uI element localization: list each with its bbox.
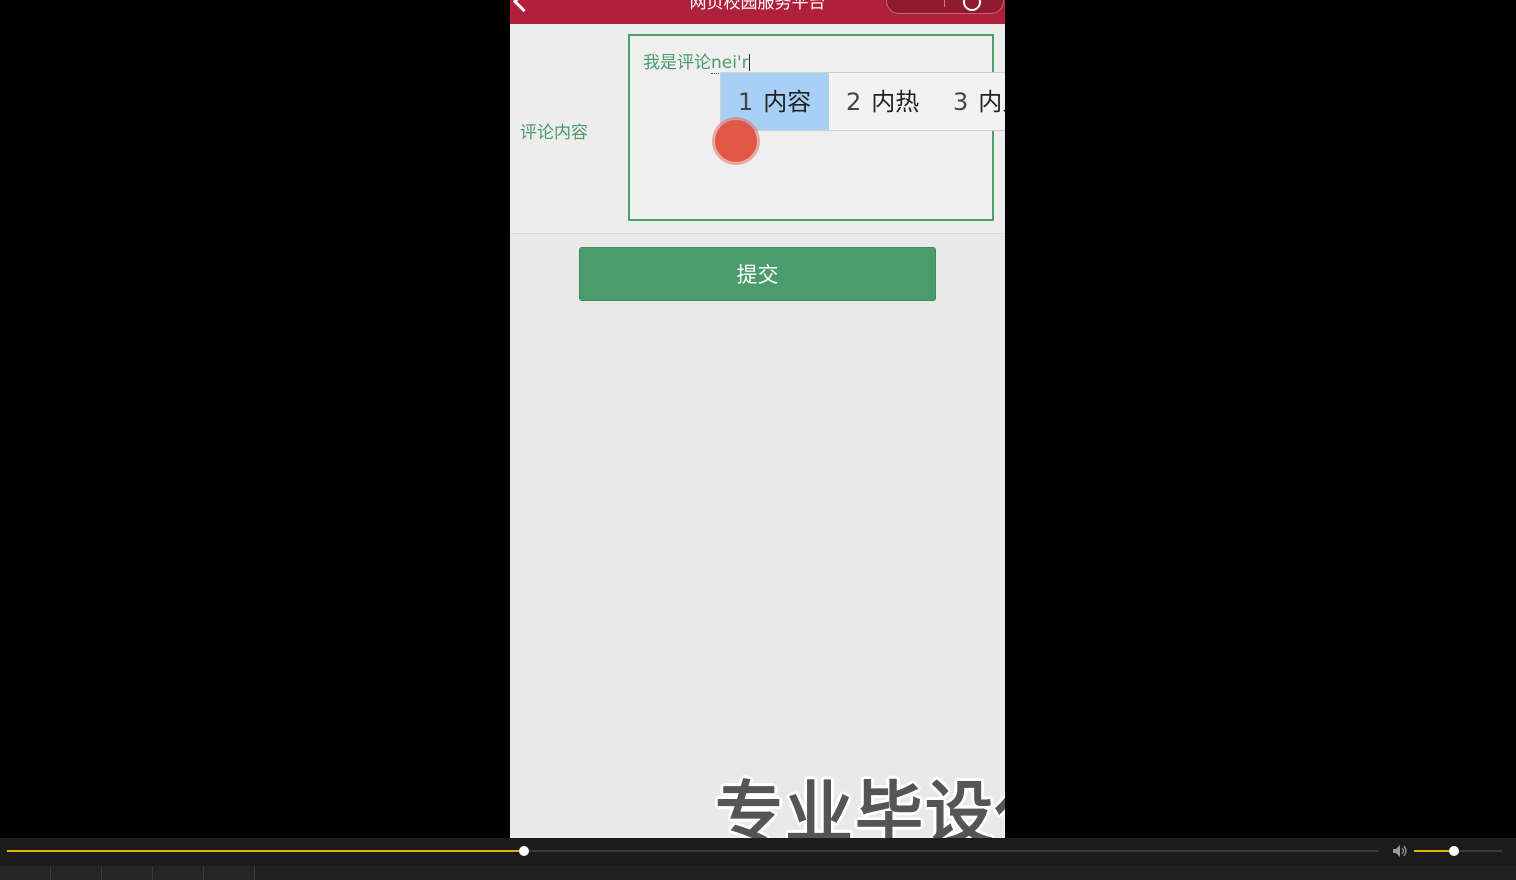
progress-fill bbox=[7, 850, 525, 852]
capsule-divider bbox=[944, 0, 945, 7]
player-button-3[interactable] bbox=[102, 866, 153, 880]
volume-slider[interactable] bbox=[1414, 846, 1502, 856]
player-button-4[interactable] bbox=[153, 866, 204, 880]
nav-bar: 网页校园服务平台 bbox=[510, 0, 1005, 24]
comment-content-label: 评论内容 bbox=[520, 123, 588, 143]
player-button-2[interactable] bbox=[51, 866, 102, 880]
committed-text: 我是评论 bbox=[643, 53, 711, 73]
watermark-text: 专业毕设代 bbox=[715, 775, 1005, 838]
progress-handle[interactable] bbox=[519, 846, 530, 856]
speaker-icon[interactable] bbox=[1392, 844, 1408, 858]
phone-screen: 网页校园服务平台 评论内容 我是评论nei'r 1内容 2内热 3内人 提交 专… bbox=[510, 0, 1005, 838]
video-player-bar bbox=[0, 838, 1516, 880]
ime-candidate-bar: 1内容 2内热 3内人 bbox=[720, 72, 1005, 131]
touch-indicator bbox=[715, 120, 757, 162]
player-button-1[interactable] bbox=[0, 866, 51, 880]
ime-candidate-3[interactable]: 3内人 bbox=[936, 73, 1005, 130]
volume-fill bbox=[1414, 850, 1454, 852]
close-circle-icon[interactable] bbox=[963, 0, 981, 11]
text-caret bbox=[748, 54, 750, 71]
menu-capsule[interactable] bbox=[886, 0, 1004, 14]
ime-candidate-2[interactable]: 2 内热 bbox=[829, 73, 936, 130]
textarea-value: 我是评论nei'r bbox=[643, 48, 750, 74]
progress-slider[interactable] bbox=[7, 846, 1379, 856]
submit-button[interactable]: 提交 bbox=[579, 247, 936, 301]
volume-handle[interactable] bbox=[1448, 846, 1459, 856]
player-controls bbox=[0, 866, 1516, 880]
composing-text: nei'r bbox=[711, 53, 749, 74]
player-button-5[interactable] bbox=[204, 866, 255, 880]
